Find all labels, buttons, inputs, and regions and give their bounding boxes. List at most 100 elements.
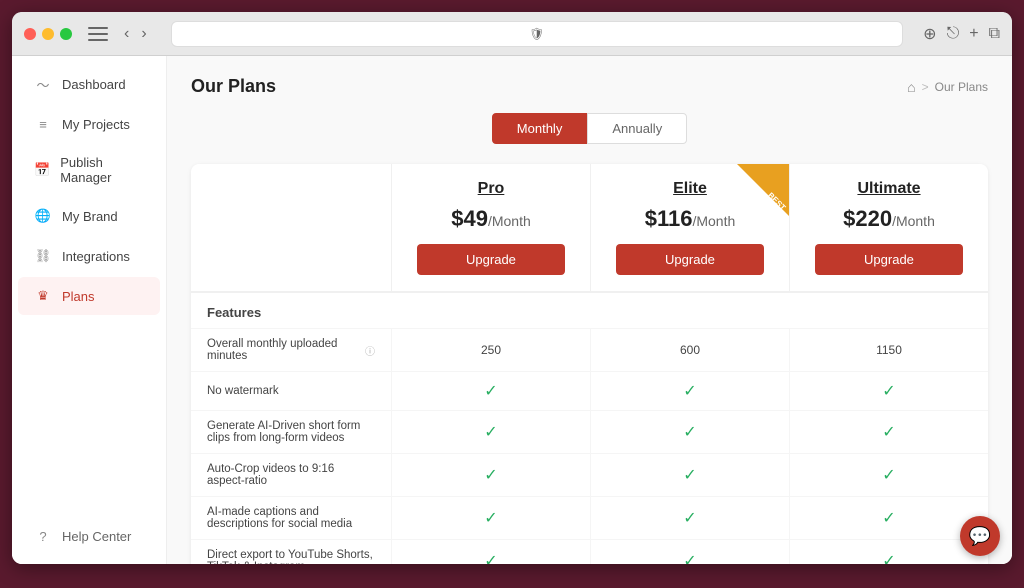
close-button[interactable] xyxy=(24,28,36,40)
plan-pro-name: Pro xyxy=(404,180,578,198)
feature-row-watermark: No watermark ✓ ✓ ✓ xyxy=(191,371,988,410)
check-icon: ✓ xyxy=(484,422,497,442)
feature-label-export: Direct export to YouTube Shorts, TikTok … xyxy=(191,540,391,564)
plan-ultimate-period: /Month xyxy=(892,213,935,229)
sidebar-item-label: Publish Manager xyxy=(60,155,144,185)
sidebar-item-plans[interactable]: ♛ Plans xyxy=(18,277,160,315)
sidebar-item-my-projects[interactable]: ≡ My Projects xyxy=(18,105,160,143)
plan-pro-period: /Month xyxy=(488,213,531,229)
traffic-lights xyxy=(24,28,72,40)
address-bar[interactable]: 🛡 xyxy=(171,21,904,47)
sidebar-item-label: My Projects xyxy=(62,117,130,132)
plans-header: Pro $49/Month Upgrade BEST Elite $1 xyxy=(191,164,988,292)
feature-row-ai-clips: Generate AI-Driven short form clips from… xyxy=(191,410,988,453)
tabs-button[interactable]: ⧉ xyxy=(989,25,1000,43)
sidebar: 〜 Dashboard ≡ My Projects 📅 Publish Mana… xyxy=(12,56,167,564)
billing-toggle: Monthly Annually xyxy=(191,113,988,144)
feature-pro-minutes: 250 xyxy=(391,329,590,371)
page-title: Our Plans xyxy=(191,76,276,97)
feature-label-minutes: Overall monthly uploaded minutes ⓘ xyxy=(191,329,391,371)
ultimate-upgrade-button[interactable]: Upgrade xyxy=(815,244,963,275)
page-header: Our Plans ⌂ > Our Plans xyxy=(191,76,988,97)
sidebar-toggle-button[interactable] xyxy=(88,27,108,41)
check-icon: ✓ xyxy=(484,465,497,485)
plan-elite: BEST Elite $116/Month Upgrade xyxy=(590,164,789,291)
check-icon: ✓ xyxy=(683,465,696,485)
plan-ultimate: Ultimate $220/Month Upgrade xyxy=(789,164,988,291)
feature-label-autocrop: Auto-Crop videos to 9:16 aspect-ratio xyxy=(191,454,391,496)
feature-text: AI-made captions and descriptions for so… xyxy=(207,506,375,530)
feature-row-export: Direct export to YouTube Shorts, TikTok … xyxy=(191,539,988,564)
publish-icon: 📅 xyxy=(34,161,50,179)
feature-text: Overall monthly uploaded minutes xyxy=(207,338,359,362)
feature-row-minutes: Overall monthly uploaded minutes ⓘ 250 6… xyxy=(191,328,988,371)
check-icon: ✓ xyxy=(882,551,895,564)
feature-elite-watermark: ✓ xyxy=(590,372,789,410)
sidebar-item-dashboard[interactable]: 〜 Dashboard xyxy=(18,65,160,103)
plan-ultimate-price: $220/Month xyxy=(802,206,976,232)
sidebar-item-my-brand[interactable]: 🌐 My Brand xyxy=(18,197,160,235)
info-icon: ⓘ xyxy=(365,343,375,358)
app-container: 〜 Dashboard ≡ My Projects 📅 Publish Mana… xyxy=(12,56,1012,564)
feature-elite-minutes: 600 xyxy=(590,329,789,371)
plan-elite-period: /Month xyxy=(692,213,735,229)
feature-ultimate-captions: ✓ xyxy=(789,497,988,539)
feature-text: Direct export to YouTube Shorts, TikTok … xyxy=(207,549,375,564)
check-icon: ✓ xyxy=(882,508,895,528)
plan-pro: Pro $49/Month Upgrade xyxy=(391,164,590,291)
feature-ultimate-watermark: ✓ xyxy=(789,372,988,410)
sidebar-item-label: My Brand xyxy=(62,209,118,224)
maximize-button[interactable] xyxy=(60,28,72,40)
breadcrumb-home-icon: ⌂ xyxy=(907,79,915,95)
elite-upgrade-button[interactable]: Upgrade xyxy=(616,244,764,275)
sidebar-bottom: ? Help Center xyxy=(12,516,166,556)
share-button[interactable]: ⎋ xyxy=(947,25,960,43)
plan-elite-price: $116/Month xyxy=(603,206,777,232)
feature-label-ai-clips: Generate AI-Driven short form clips from… xyxy=(191,411,391,453)
feature-text: Auto-Crop videos to 9:16 aspect-ratio xyxy=(207,463,375,487)
integrations-icon: ⛓ xyxy=(34,247,52,265)
feature-elite-autocrop: ✓ xyxy=(590,454,789,496)
check-icon: ✓ xyxy=(683,508,696,528)
feature-label-captions: AI-made captions and descriptions for so… xyxy=(191,497,391,539)
features-section: Features Overall monthly uploaded minute… xyxy=(191,292,988,564)
feature-ultimate-minutes: 1150 xyxy=(789,329,988,371)
check-icon: ✓ xyxy=(882,422,895,442)
chat-icon: 💬 xyxy=(969,526,991,547)
breadcrumb-separator: > xyxy=(922,80,929,94)
feature-pro-autocrop: ✓ xyxy=(391,454,590,496)
chat-button[interactable]: 💬 xyxy=(960,516,1000,556)
forward-button[interactable]: › xyxy=(137,23,150,45)
sidebar-item-help[interactable]: ? Help Center xyxy=(18,517,160,555)
browser-window: ‹ › 🛡 ⊕ ⎋ + ⧉ 〜 Dashboard ≡ My Projects … xyxy=(12,12,1012,564)
sidebar-item-label: Dashboard xyxy=(62,77,126,92)
help-label: Help Center xyxy=(62,529,131,544)
minimize-button[interactable] xyxy=(42,28,54,40)
sidebar-item-publish-manager[interactable]: 📅 Publish Manager xyxy=(18,145,160,195)
download-button[interactable]: ⊕ xyxy=(923,24,936,44)
help-icon: ? xyxy=(34,527,52,545)
feature-pro-export: ✓ xyxy=(391,540,590,564)
plan-ultimate-name: Ultimate xyxy=(802,180,976,198)
back-button[interactable]: ‹ xyxy=(120,23,133,45)
annually-toggle[interactable]: Annually xyxy=(587,113,687,144)
feature-elite-ai: ✓ xyxy=(590,411,789,453)
plan-elite-name: Elite xyxy=(603,180,777,198)
feature-label-watermark: No watermark xyxy=(191,372,391,410)
security-icon: 🛡 xyxy=(529,27,544,41)
new-tab-button[interactable]: + xyxy=(969,25,978,43)
monthly-toggle[interactable]: Monthly xyxy=(492,113,588,144)
main-content: Our Plans ⌂ > Our Plans Monthly Annually xyxy=(167,56,1012,564)
check-icon: ✓ xyxy=(683,381,696,401)
dashboard-icon: 〜 xyxy=(34,75,52,93)
feature-ultimate-ai: ✓ xyxy=(789,411,988,453)
check-icon: ✓ xyxy=(484,508,497,528)
sidebar-item-integrations[interactable]: ⛓ Integrations xyxy=(18,237,160,275)
pro-upgrade-button[interactable]: Upgrade xyxy=(417,244,565,275)
projects-icon: ≡ xyxy=(34,115,52,133)
empty-col xyxy=(191,164,391,291)
feature-row-captions: AI-made captions and descriptions for so… xyxy=(191,496,988,539)
feature-pro-watermark: ✓ xyxy=(391,372,590,410)
feature-text: Generate AI-Driven short form clips from… xyxy=(207,420,375,444)
plan-ultimate-amount: $220 xyxy=(843,206,892,231)
